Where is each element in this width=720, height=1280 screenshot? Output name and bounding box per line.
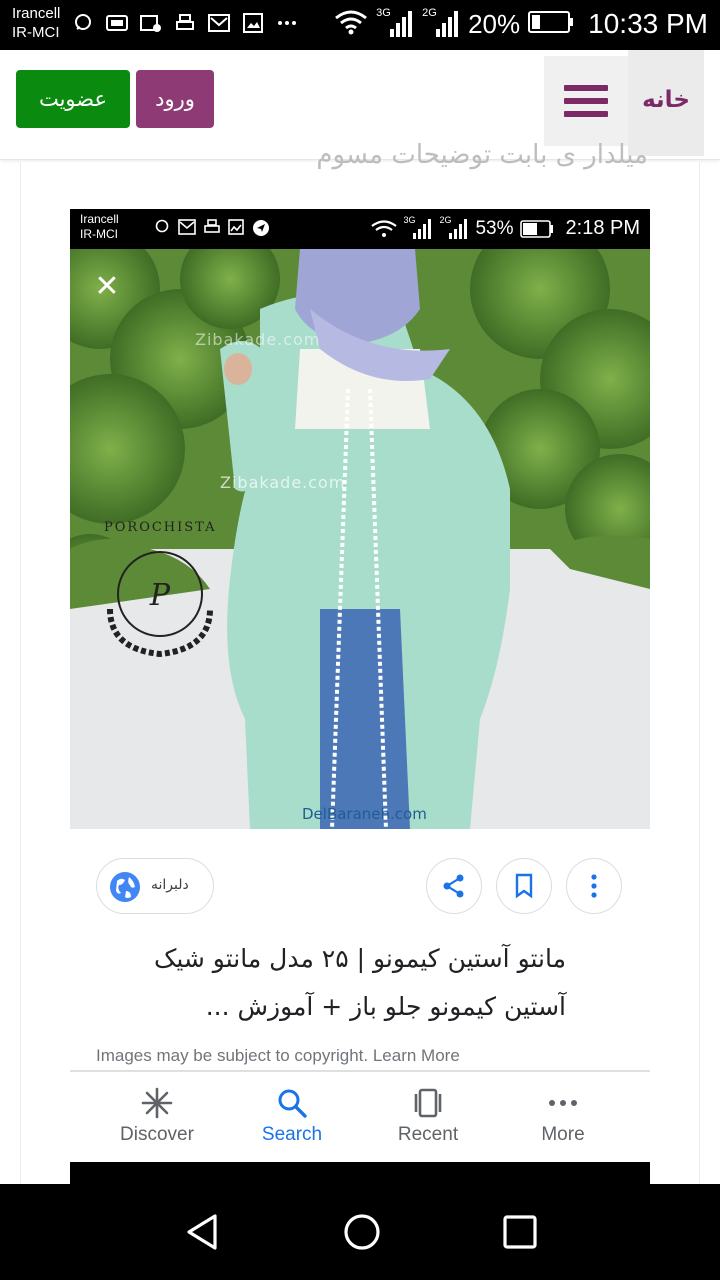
asterisk-icon bbox=[139, 1086, 175, 1120]
inner-clock: 2:18 PM bbox=[565, 217, 640, 239]
brand-logo-text: POROCHISTA bbox=[104, 520, 217, 535]
home-icon[interactable] bbox=[340, 1210, 384, 1254]
peek-text: میلدار ی بابت توضیحات مسوم bbox=[316, 140, 648, 170]
bookmark-icon bbox=[515, 873, 533, 899]
signal-3g-icon: 3G bbox=[403, 215, 433, 240]
nav-more[interactable]: More bbox=[503, 1086, 623, 1146]
svg-text:P: P bbox=[149, 578, 171, 613]
gmail-icon bbox=[178, 219, 196, 235]
battery-percent: 20% bbox=[468, 8, 521, 39]
chat-icon bbox=[155, 219, 169, 233]
clock: 10:33 PM bbox=[588, 8, 708, 39]
wifi-icon bbox=[371, 219, 398, 237]
search-icon bbox=[274, 1086, 310, 1120]
copyright-notice[interactable]: Images may be subject to copyright. Lear… bbox=[96, 1046, 460, 1066]
status-right: 3G 2G 20% 10:33 PM bbox=[334, 7, 708, 40]
more-options-button[interactable] bbox=[566, 858, 622, 914]
recent-apps-icon[interactable] bbox=[498, 1210, 542, 1254]
telegram-icon bbox=[253, 220, 269, 236]
image-icon bbox=[242, 12, 264, 34]
image-icon bbox=[228, 219, 244, 235]
notification-icons bbox=[72, 12, 298, 34]
nav-search[interactable]: Search bbox=[232, 1086, 352, 1146]
globe-icon bbox=[110, 872, 140, 902]
gmail-icon bbox=[208, 12, 230, 34]
print-icon bbox=[174, 12, 196, 34]
battery-icon bbox=[528, 10, 574, 38]
close-icon[interactable]: ✕ bbox=[92, 272, 122, 302]
inner-status-bar: Irancell IR-MCI 3G 2G 53% 2:18 PM bbox=[70, 209, 650, 249]
print-icon bbox=[204, 219, 220, 233]
watermark: Zibakade.com bbox=[195, 330, 321, 349]
inner-status-right: 3G 2G 53% 2:18 PM bbox=[371, 215, 640, 240]
watermark: Zibakade.com bbox=[220, 473, 346, 492]
signal-3g-icon: 3G bbox=[376, 7, 414, 39]
result-title[interactable]: مانتو آستین کیمونو | ۲۵ مدل مانتو شیک آس… bbox=[96, 935, 566, 1031]
result-image[interactable]: P bbox=[70, 249, 650, 829]
status-bar: Irancell IR-MCI 3G 2G 20% 10:33 PM bbox=[0, 0, 720, 50]
save-button[interactable] bbox=[496, 858, 552, 914]
image-blocked-icon bbox=[140, 12, 162, 34]
source-chip[interactable]: دلبرانه bbox=[96, 858, 214, 914]
more-horiz-icon bbox=[545, 1086, 581, 1120]
nav-recent[interactable]: Recent bbox=[368, 1086, 488, 1146]
inner-carrier: Irancell IR-MCI bbox=[80, 212, 119, 241]
recent-cards-icon bbox=[410, 1086, 446, 1120]
wifi-icon bbox=[334, 9, 368, 39]
nav-discover[interactable]: Discover bbox=[97, 1086, 217, 1146]
signal-2g-icon: 2G bbox=[422, 7, 460, 39]
more-vert-icon bbox=[591, 874, 597, 898]
sim-icon bbox=[106, 12, 128, 34]
login-button[interactable]: ورود bbox=[136, 70, 214, 128]
inner-nav-bar bbox=[70, 1162, 650, 1184]
source-label: دلبرانه bbox=[151, 877, 189, 893]
signal-2g-icon: 2G bbox=[439, 215, 469, 240]
back-icon[interactable] bbox=[180, 1210, 224, 1254]
carrier-label: Irancell IR-MCI bbox=[12, 5, 61, 41]
inner-battery-percent: 53% bbox=[475, 217, 514, 239]
menu-icon[interactable] bbox=[544, 56, 628, 146]
share-icon bbox=[443, 874, 464, 898]
battery-icon bbox=[519, 219, 553, 238]
share-button[interactable] bbox=[426, 858, 482, 914]
join-button[interactable]: عضویت bbox=[16, 70, 130, 128]
chat-icon bbox=[72, 12, 94, 34]
inner-notification-icons bbox=[154, 219, 270, 237]
more-dots-icon bbox=[276, 12, 298, 34]
watermark: DelBaraneh.com bbox=[302, 805, 427, 823]
